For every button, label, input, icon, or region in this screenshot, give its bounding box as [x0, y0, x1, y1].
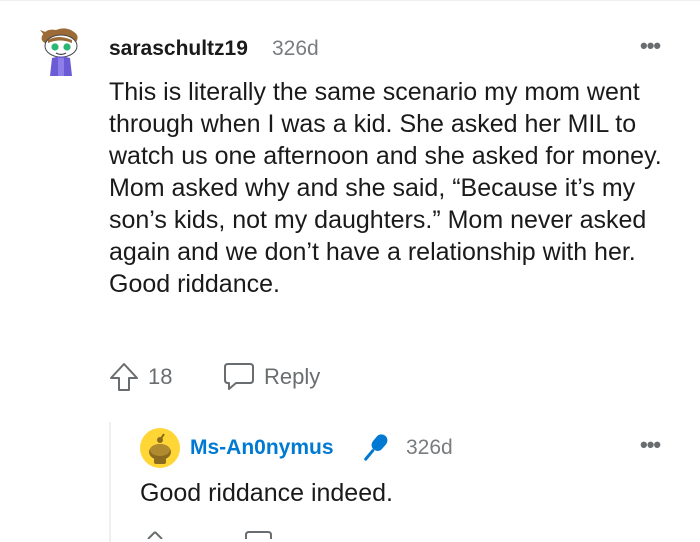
top-divider [0, 0, 700, 1]
reply-label: Reply [264, 364, 321, 389]
comment-body: This is literally the same scenario my m… [109, 76, 674, 300]
upvote-arrow-icon[interactable] [140, 530, 170, 539]
thread-line[interactable] [109, 422, 111, 542]
reply-age: 326d [406, 436, 453, 459]
more-options-icon[interactable]: ••• [640, 35, 661, 57]
vote-count: 18 [148, 364, 173, 389]
reply-author[interactable]: Ms-An0nymus [190, 436, 334, 460]
reply-body: Good riddance indeed. [140, 479, 393, 507]
speech-bubble-icon [224, 363, 254, 390]
comment-text: This is literally the same scenario my m… [109, 78, 662, 298]
speech-bubble-icon[interactable] [244, 530, 272, 539]
yellow-snoo-avatar-icon[interactable] [140, 428, 180, 468]
snoo-avatar-icon[interactable] [38, 26, 84, 78]
more-options-icon[interactable]: ••• [640, 434, 661, 456]
comment-author[interactable]: saraschultz19 [109, 37, 248, 61]
comment-age: 326d [272, 37, 319, 60]
microphone-icon [364, 434, 388, 461]
upvote-arrow-icon[interactable] [108, 361, 140, 393]
